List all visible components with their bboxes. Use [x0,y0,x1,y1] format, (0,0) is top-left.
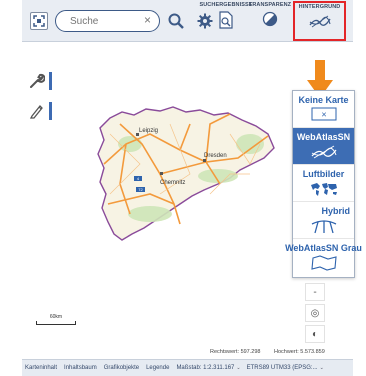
locate-icon: ◎ [310,307,320,319]
scale-select[interactable]: Maßstab: 1:2.311.167 ⌄ [176,365,240,371]
tab-map-content[interactable]: Karteninhalt [25,365,57,371]
tools-indicator [49,72,52,90]
map-view[interactable]: Leipzig Dresden Chemnitz 4 72 Keine Kart… [22,42,362,360]
search-input[interactable] [70,14,130,29]
fullscreen-icon [33,15,45,27]
background-map-icon [308,15,331,28]
bg-option-none[interactable]: Keine Karte × [293,91,354,128]
bg-option-aerial[interactable]: Luftbilder [293,165,354,202]
draw-button[interactable] [28,102,46,120]
tab-graphic-objects[interactable]: Grafikobjekte [104,365,139,371]
search-field[interactable]: × [55,10,160,32]
city-label-chemnitz: Chemnitz [160,180,185,186]
webatlas-thumb-icon [311,145,336,159]
map-outline-icon [310,255,337,271]
chevron-down-icon: ⌄ [319,365,324,371]
road-badge-72-label: 72 [138,187,143,192]
hochwert-readout: Hochwert: 5.573.859 [274,349,325,355]
tab-content-tree[interactable]: Inhaltsbaum [64,365,97,371]
wrench-icon [30,73,45,88]
clear-search-icon[interactable]: × [144,13,151,27]
hybrid-icon [311,220,336,234]
tools-button[interactable] [28,72,46,90]
contrast-button[interactable]: ◐ [305,325,325,343]
locate-button[interactable]: ◎ [305,304,325,322]
world-map-icon [310,183,337,196]
zoom-out-icon: - [313,286,317,298]
background-button[interactable]: HINTERGRUND [293,1,346,41]
transparency-button[interactable]: TRANSPARENZ [249,2,291,40]
search-icon [168,13,184,29]
scale-label: 60km [49,314,63,320]
search-results-button[interactable]: SUCHERGEBNISSE [199,2,253,40]
transparency-icon [262,11,278,27]
search-button[interactable] [165,10,187,32]
results-document-icon [219,11,233,29]
search-results-label: SUCHERGEBNISSE [199,2,253,8]
bg-option-label: WebAtlasSN [296,132,351,142]
city-label-dresden: Dresden [204,153,227,159]
background-label: HINTERGRUND [298,4,341,10]
draw-indicator [49,102,52,120]
zoom-out-button[interactable]: - [305,283,325,301]
scale-select-value: Maßstab: 1:2.311.167 [176,365,235,371]
bg-option-hybrid[interactable]: Hybrid [293,202,354,239]
rechtswert-readout: Rechtswert: 597.298 [210,349,261,355]
bg-option-label: Keine Karte [298,95,349,105]
pencil-icon [29,105,43,119]
chevron-down-icon: ⌄ [236,365,241,371]
close-icon: × [311,107,336,121]
bg-option-label: Hybrid [321,206,350,216]
status-bar: Karteninhalt Inhaltsbaum Grafikobjekte L… [22,359,353,376]
svg-text:×: × [321,110,326,120]
contrast-icon: ◐ [311,328,319,340]
toolbar: × [22,0,353,42]
tab-legend[interactable]: Legende [146,365,169,371]
fullscreen-button[interactable] [30,12,48,30]
city-label-leipzig: Leipzig [139,128,158,134]
application-frame: × [22,0,362,376]
scale-line [36,321,76,325]
saxony-map: Leipzig Dresden Chemnitz 4 72 [97,106,275,241]
background-panel: Keine Karte × WebAtlasSN Luftbilder Hybr… [285,90,362,278]
bg-option-label: WebAtlasSN Grau [285,243,362,253]
bg-option-label: Luftbilder [302,169,345,179]
transparency-label: TRANSPARENZ [248,2,292,8]
bg-option-webatlas-grey[interactable]: WebAtlasSN Grau [285,239,362,276]
bg-option-webatlas[interactable]: WebAtlasSN [293,128,354,165]
crs-select[interactable]: ETRS89 UTM33 (EPSG:... ⌄ [247,365,324,371]
scale-bar: 60km [36,314,76,325]
crs-select-value: ETRS89 UTM33 (EPSG:... [246,365,318,371]
